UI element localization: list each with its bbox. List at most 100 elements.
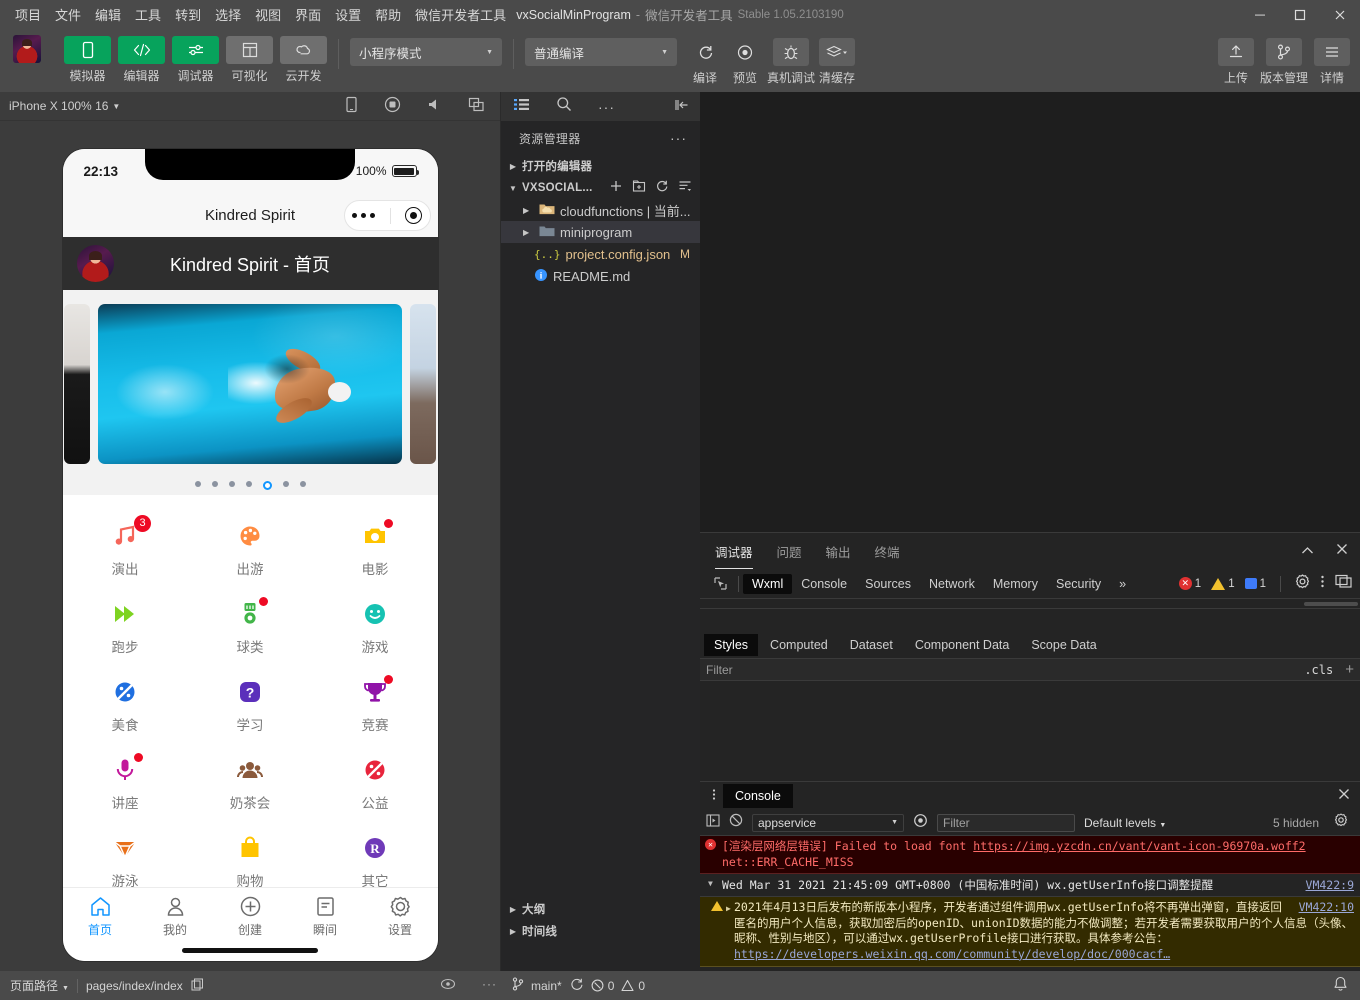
grid-item-jingsai[interactable]: 竞赛	[313, 667, 438, 745]
menu-item-settings[interactable]: 设置	[328, 1, 368, 28]
cls-toggle[interactable]: .cls	[1304, 663, 1333, 677]
info-count[interactable]: 1	[1244, 578, 1266, 590]
menu-item-edit[interactable]: 编辑	[88, 1, 128, 28]
detail-button[interactable]: 详情	[1314, 29, 1350, 86]
compile-button[interactable]: 编译	[687, 29, 723, 86]
style-filter-input[interactable]: Filter	[706, 663, 733, 677]
kebab-menu-icon[interactable]	[705, 788, 723, 804]
toggle-simulator[interactable]: 模拟器	[64, 29, 111, 84]
carousel-dot[interactable]	[245, 481, 252, 487]
carousel-dot[interactable]	[282, 481, 289, 487]
grid-item-qiulei[interactable]: 球类	[188, 589, 313, 667]
kebab-menu-icon[interactable]	[1320, 574, 1325, 594]
section-outline[interactable]: ▶ 大纲	[501, 898, 701, 920]
warning-count[interactable]: 1	[1211, 577, 1235, 590]
clear-console-icon[interactable]	[729, 813, 743, 832]
tree-item-cloudfunctions[interactable]: ▶ cloudfunctions | 当前...	[501, 199, 700, 221]
toggle-cloud[interactable]: 云开发	[280, 29, 327, 84]
more-icon[interactable]: ···	[670, 130, 687, 146]
error-count[interactable]: ✕ 1	[1178, 577, 1201, 590]
new-folder-icon[interactable]	[632, 179, 646, 198]
menu-item-select[interactable]: 选择	[208, 1, 248, 28]
more-icon[interactable]: ···	[598, 99, 615, 115]
page-path-selector[interactable]: 页面路径 ▼	[10, 977, 69, 994]
section-open-editors[interactable]: ▶ 打开的编辑器	[501, 155, 700, 177]
style-tab-styles[interactable]: Styles	[704, 633, 759, 656]
grid-item-jiangzuo[interactable]: 讲座	[63, 745, 188, 823]
device-icon[interactable]	[345, 96, 358, 118]
carousel-dot[interactable]	[228, 481, 235, 487]
chevron-up-icon[interactable]	[1301, 542, 1314, 560]
expand-icon[interactable]: ▶	[726, 901, 731, 917]
clear-cache-button[interactable]: 清缓存	[819, 29, 855, 86]
dock-icon[interactable]	[1335, 574, 1352, 593]
upload-button[interactable]: 上传	[1217, 29, 1254, 86]
windows-icon[interactable]	[468, 97, 485, 117]
tree-item-miniprogram[interactable]: ▶ miniprogram	[501, 221, 700, 243]
console-log-source[interactable]: VM422:9	[1306, 878, 1354, 892]
toggle-debugger[interactable]: 调试器	[172, 29, 219, 84]
grid-item-chuyou[interactable]: 出游	[188, 511, 313, 589]
console-error-link[interactable]: https://img.yzcdn.cn/vant/vant-icon-9697…	[973, 839, 1305, 853]
mode-select[interactable]: 小程序模式 ▼	[350, 38, 502, 66]
tab-moments[interactable]: 瞬间	[288, 895, 363, 938]
grid-item-youxi[interactable]: 游戏	[313, 589, 438, 667]
user-avatar-container[interactable]	[13, 35, 41, 63]
new-file-icon[interactable]	[609, 179, 623, 198]
more-icon[interactable]	[351, 212, 376, 219]
warning-indicator[interactable]: 0	[621, 979, 645, 993]
drawer-tab-console[interactable]: Console	[723, 784, 793, 808]
close-icon[interactable]	[1338, 787, 1360, 805]
inspector-tab-security[interactable]: Security	[1047, 574, 1110, 594]
avatar[interactable]	[76, 245, 114, 282]
error-indicator[interactable]: 0	[591, 979, 614, 993]
maximize-button[interactable]	[1280, 0, 1320, 29]
volume-icon[interactable]	[427, 97, 442, 117]
compile-select[interactable]: 普通编译 ▼	[525, 38, 677, 66]
grid-item-dianying[interactable]: 电影	[313, 511, 438, 589]
gear-icon[interactable]	[1334, 813, 1354, 832]
inspector-tab-wxml[interactable]: Wxml	[743, 573, 793, 594]
console-filter-input[interactable]: Filter	[937, 813, 1075, 832]
expand-icon[interactable]: ▼	[708, 879, 713, 888]
grid-item-naichahui[interactable]: 奶茶会	[188, 745, 313, 823]
eye-icon[interactable]	[440, 977, 456, 994]
add-rule-icon[interactable]: +	[1345, 661, 1354, 678]
scrollbar-thumb[interactable]	[1304, 602, 1358, 606]
banner-carousel[interactable]	[62, 290, 438, 495]
tab-terminal[interactable]: 终端	[875, 533, 900, 569]
grid-item-gongyi[interactable]: 公益	[313, 745, 438, 823]
inspector-tab-console[interactable]: Console	[792, 574, 856, 594]
style-tab-dataset[interactable]: Dataset	[840, 634, 903, 656]
menu-item-file[interactable]: 文件	[48, 1, 88, 28]
tree-item-project-config[interactable]: {..} project.config.json M	[501, 243, 700, 265]
sync-icon[interactable]	[569, 977, 584, 994]
notification-bell[interactable]	[1333, 976, 1348, 995]
style-tab-scope-data[interactable]: Scope Data	[1021, 634, 1106, 656]
carousel-slide-prev[interactable]	[64, 304, 90, 464]
style-tab-component-data[interactable]: Component Data	[905, 634, 1020, 656]
tab-problems[interactable]: 问题	[777, 533, 802, 569]
grid-item-yanchu[interactable]: 3 演出	[63, 511, 188, 589]
branch-name[interactable]: main*	[531, 979, 562, 993]
menu-item-goto[interactable]: 转到	[168, 1, 208, 28]
tab-settings[interactable]: 设置	[363, 895, 438, 938]
record-icon[interactable]	[384, 96, 401, 118]
menu-item-view[interactable]: 视图	[248, 1, 288, 28]
console-levels-select[interactable]: Default levels ▼	[1084, 816, 1166, 830]
copy-icon[interactable]	[191, 978, 204, 994]
tab-debugger[interactable]: 调试器	[715, 533, 753, 569]
grid-item-meishi[interactable]: 美食	[63, 667, 188, 745]
close-target-icon[interactable]	[405, 207, 423, 224]
console-context-select[interactable]: appservice ▼	[752, 813, 904, 832]
carousel-slide-active[interactable]	[98, 304, 402, 464]
carousel-dot[interactable]	[299, 481, 306, 487]
console-warning-link[interactable]: https://developers.weixin.qq.com/communi…	[734, 947, 1170, 961]
grid-item-xuexi[interactable]: ? 学习	[188, 667, 313, 745]
console-warning-source[interactable]: VM422:10	[1299, 900, 1354, 916]
style-tab-computed[interactable]: Computed	[760, 634, 838, 656]
menu-item-help[interactable]: 帮助	[368, 1, 408, 28]
inspector-tabs-overflow[interactable]: »	[1110, 574, 1135, 594]
tab-output[interactable]: 输出	[826, 533, 851, 569]
tab-create[interactable]: 创建	[213, 895, 288, 938]
